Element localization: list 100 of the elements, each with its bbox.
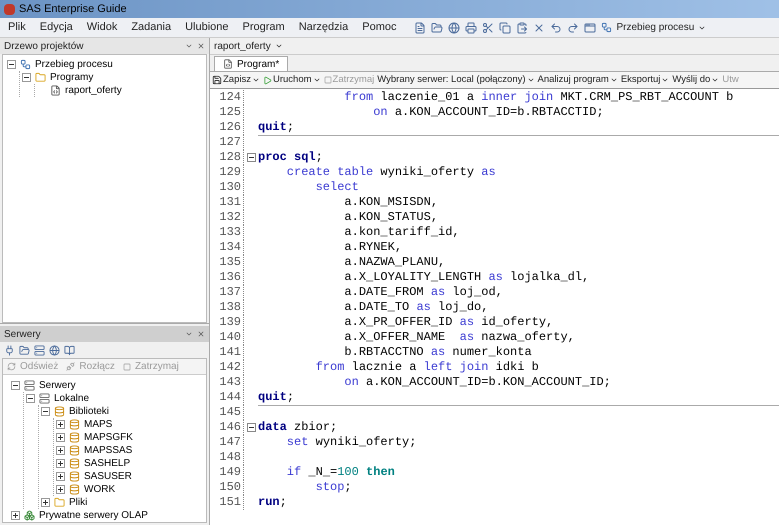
print-icon[interactable] (465, 22, 478, 34)
unplug-icon (66, 362, 76, 371)
menu-item[interactable]: Narzędzia (298, 19, 348, 36)
line-number: 151 (210, 495, 244, 510)
tree-item[interactable]: MAPS (84, 417, 112, 432)
line-number: 126 (210, 120, 244, 135)
collapse-icon[interactable] (22, 73, 31, 82)
line-number: 150 (210, 480, 244, 495)
expand-icon[interactable] (56, 433, 65, 442)
code-line: run; (258, 495, 287, 510)
menu-item[interactable]: Pomoc (362, 19, 396, 36)
code-line: a.NAZWA_PLANU, (343, 255, 446, 270)
code-line: on a.KON_ACCOUNT_ID=b.RBTACCTID; (372, 105, 604, 120)
tree-item[interactable]: SASHELP (84, 456, 130, 471)
tree-item[interactable]: raport_oferty (65, 83, 122, 98)
line-number: 131 (210, 195, 244, 210)
expand-icon[interactable] (11, 511, 20, 520)
library-icon (69, 432, 80, 443)
line-number: 133 (210, 225, 244, 240)
collapse-icon[interactable] (26, 394, 35, 403)
pin-dropdown-icon[interactable] (185, 330, 193, 338)
line-number: 129 (210, 165, 244, 180)
new-document-icon[interactable] (414, 22, 426, 34)
delete-icon[interactable] (533, 22, 546, 34)
toolbar-button[interactable]: Uruchom (262, 72, 321, 88)
line-number: 147 (210, 435, 244, 450)
library-icon (69, 419, 80, 430)
folder-icon (54, 497, 65, 508)
tree-item[interactable]: WORK (84, 482, 116, 497)
line-number: 148 (210, 450, 244, 465)
toolbar-button[interactable]: Wyślij do (672, 72, 720, 88)
menu-item[interactable]: Zadania (131, 19, 172, 36)
cut-icon[interactable] (482, 22, 494, 34)
stop-icon (324, 76, 332, 84)
fold-icon[interactable] (246, 153, 256, 162)
redo-icon[interactable] (567, 22, 580, 34)
toolbar-button[interactable]: Analizuj program (538, 72, 618, 88)
menu-item[interactable]: Edycja (40, 19, 73, 36)
tree-item[interactable]: Biblioteki (69, 404, 110, 419)
code-line: select (314, 180, 359, 195)
save-icon (212, 75, 222, 85)
code-line: a.X_OFFER_NAME as nazwa_oferty, (343, 330, 575, 345)
globe-icon[interactable] (448, 22, 460, 34)
tree-item[interactable]: MAPSSAS (84, 443, 132, 458)
expand-icon[interactable] (56, 446, 65, 455)
collapse-icon[interactable] (7, 60, 16, 69)
code-line: from lacznie a left join idki b (314, 360, 539, 375)
copy-icon[interactable] (499, 22, 512, 34)
tree-item[interactable]: Programy (50, 70, 94, 85)
code-line: b.RBTACCTNO as numer_konta (343, 345, 532, 360)
menu-item[interactable]: Widok (86, 19, 118, 36)
expand-icon[interactable] (56, 420, 65, 429)
book-icon[interactable] (64, 344, 75, 356)
folder-icon[interactable] (19, 344, 30, 356)
code-line: on a.KON_ACCOUNT_ID=b.KON_ACCOUNT_ID; (343, 375, 611, 390)
code-line: a.KON_MSISDN, (343, 195, 438, 210)
code-line: create table wyniki_oferty as (286, 165, 496, 180)
tree-item[interactable]: Prywatne serwery OLAP (39, 508, 148, 523)
play-icon (262, 76, 272, 84)
collapse-icon[interactable] (41, 407, 50, 416)
close-icon[interactable] (197, 330, 205, 338)
program-tab[interactable]: Program* (214, 56, 288, 71)
open-folder-icon[interactable] (431, 22, 444, 34)
globe-icon[interactable] (49, 344, 60, 356)
line-number: 127 (210, 135, 244, 150)
plug-icon[interactable] (4, 344, 15, 356)
code-editor[interactable] (210, 88, 779, 525)
toolbar-button[interactable]: Zapisz (212, 72, 260, 88)
menu-item[interactable]: Plik (8, 19, 26, 36)
line-number: 142 (210, 360, 244, 375)
fold-icon[interactable] (246, 423, 256, 432)
toolbar-button[interactable]: Eksportuj (620, 72, 670, 88)
collapse-icon[interactable] (11, 381, 20, 390)
expand-icon[interactable] (56, 485, 65, 494)
library-icon (69, 445, 80, 456)
window-icon[interactable] (584, 22, 596, 34)
tree-item[interactable]: Serwery (39, 378, 76, 393)
tree-item[interactable]: SASUSER (84, 469, 132, 484)
pin-dropdown-icon[interactable] (185, 42, 193, 50)
expand-icon[interactable] (56, 472, 65, 481)
library-icon (69, 458, 80, 469)
tree-item[interactable]: Lokalne (54, 391, 90, 406)
code-line: a.RYNEK, (343, 240, 402, 255)
tree-item[interactable]: MAPSGFK (84, 430, 133, 445)
paste-icon[interactable] (516, 22, 528, 34)
folder-icon (35, 72, 46, 83)
expand-icon[interactable] (56, 459, 65, 468)
code-line: data zbior; (258, 420, 338, 435)
menu-item[interactable]: Ulubione (185, 19, 229, 36)
document-tab[interactable]: raport_oferty (214, 38, 283, 54)
tree-item[interactable]: Przebieg procesu (35, 57, 113, 72)
process-flow-button[interactable]: Przebieg procesu (601, 20, 706, 35)
menu-item[interactable]: Program (242, 19, 285, 36)
tree-item[interactable]: Pliki (69, 495, 88, 510)
server-icon[interactable] (34, 344, 45, 356)
undo-icon[interactable] (550, 22, 562, 34)
close-icon[interactable] (197, 42, 205, 50)
line-number: 145 (210, 405, 244, 420)
toolbar-button[interactable]: Wybrany serwer: Local (połączony) (377, 72, 535, 88)
expand-icon[interactable] (41, 498, 50, 507)
